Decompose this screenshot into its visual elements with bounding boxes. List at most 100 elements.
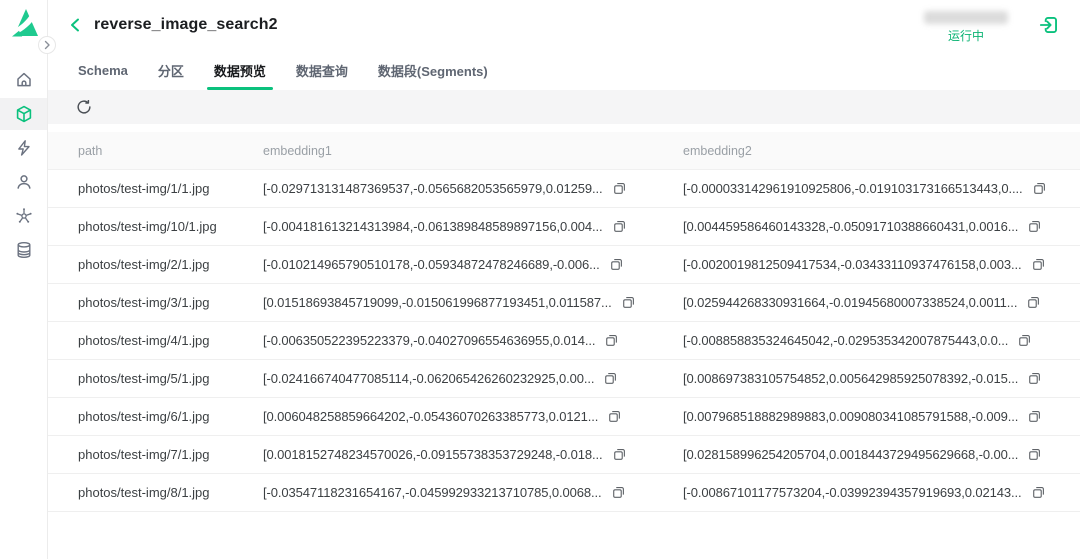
sidebar-item-users[interactable] — [0, 166, 47, 198]
tab-label: 数据段(Segments) — [377, 63, 488, 79]
embedding2-value: [0.004459586460143328,-0.050917103886604… — [683, 219, 1019, 234]
sidebar-item-actions[interactable] — [0, 132, 47, 164]
copy-embedding2-button[interactable] — [1027, 447, 1042, 462]
cell-embedding2: [0.007968518882989883,0.0090803410857915… — [683, 409, 1080, 424]
refresh-button[interactable] — [75, 98, 93, 116]
copy-embedding1-button[interactable] — [607, 409, 622, 424]
sidebar-item-home[interactable] — [0, 64, 47, 96]
import-data-button[interactable] — [1038, 14, 1060, 36]
table-row: photos/test-img/1/1.jpg [-0.029713131487… — [48, 170, 1080, 208]
cell-embedding2: [0.008697383105754852,0.0056429859250783… — [683, 371, 1080, 386]
copy-embedding1-button[interactable] — [612, 181, 627, 196]
copy-icon — [1029, 410, 1041, 422]
table-row: photos/test-img/5/1.jpg [-0.024166740477… — [48, 360, 1080, 398]
copy-icon — [610, 258, 622, 270]
embedding2-value: [-0.00867101177573204,-0.039923943579196… — [683, 485, 1022, 500]
table-body: photos/test-img/1/1.jpg [-0.029713131487… — [48, 170, 1080, 512]
copy-icon — [609, 410, 621, 422]
embedding2-value: [0.025944268330931664,-0.019456800073385… — [683, 295, 1018, 310]
cell-embedding2: [-0.008858835324645042,-0.02953534200787… — [683, 333, 1080, 348]
tab[interactable]: 数据段(Segments) — [370, 50, 496, 90]
column-header: embedding1 — [263, 143, 332, 158]
copy-icon — [1032, 258, 1044, 270]
page-title: reverse_image_search2 — [94, 16, 278, 33]
back-button[interactable] — [66, 15, 86, 35]
copy-embedding1-button[interactable] — [612, 447, 627, 462]
cell-embedding2: [-0.000033142961910925806,-0.01910317316… — [683, 181, 1080, 196]
tab-label: 数据查询 — [295, 63, 348, 79]
data-table: path embedding1 embedding2 photos/test-img… — [48, 132, 1080, 512]
copy-embedding1-button[interactable] — [604, 333, 619, 348]
sidebar-item-database[interactable] — [0, 234, 47, 266]
copy-embedding1-button[interactable] — [603, 371, 618, 386]
tab-label: 数据预览 — [213, 63, 266, 79]
tab[interactable]: 数据查询 — [288, 50, 356, 90]
status-badge: 运行中 — [947, 28, 984, 43]
embedding1-value: [-0.006350522395223379,-0.04027096554636… — [263, 333, 596, 348]
embedding1-value: [0.0018152748234570026,-0.09155738353729… — [263, 447, 603, 462]
status-stack: 运行中 — [924, 10, 1008, 44]
cube-icon — [16, 105, 31, 123]
embedding2-value: [-0.0020019812509417534,-0.0343311093747… — [683, 257, 1022, 272]
cell-path: photos/test-img/4/1.jpg — [78, 333, 210, 348]
embedding1-value: [-0.010214965790510178,-0.05934872478246… — [263, 257, 600, 272]
cell-path: photos/test-img/8/1.jpg — [78, 485, 210, 500]
copy-icon — [1029, 448, 1041, 460]
cell-embedding1: [0.01518693845719099,-0.0150619968771934… — [263, 295, 683, 310]
copy-icon — [1019, 334, 1031, 346]
home-icon — [16, 72, 31, 87]
table-row: photos/test-img/4/1.jpg [-0.006350522395… — [48, 322, 1080, 360]
zilliz-logo — [9, 9, 38, 37]
column-header: embedding2 — [683, 143, 752, 158]
cell-embedding1: [-0.004181613214313984,-0.06138984858989… — [263, 219, 683, 234]
embedding2-value: [0.008697383105754852,0.0056429859250783… — [683, 371, 1019, 386]
copy-embedding2-button[interactable] — [1026, 295, 1041, 310]
cell-embedding1: [-0.006350522395223379,-0.04027096554636… — [263, 333, 683, 348]
copy-icon — [606, 334, 618, 346]
cell-embedding1: [-0.024166740477085114,-0.06206542626023… — [263, 371, 683, 386]
copy-embedding1-button[interactable] — [611, 485, 626, 500]
chevron-right-icon — [44, 40, 50, 50]
copy-embedding1-button[interactable] — [609, 257, 624, 272]
table-row: photos/test-img/8/1.jpg [-0.035471182316… — [48, 474, 1080, 512]
embedding1-value: [0.01518693845719099,-0.0150619968771934… — [263, 295, 612, 310]
table-row: photos/test-img/7/1.jpg [0.0018152748234… — [48, 436, 1080, 474]
embedding2-value: [0.007968518882989883,0.0090803410857915… — [683, 409, 1019, 424]
embedding2-value: [-0.000033142961910925806,-0.01910317316… — [683, 181, 1023, 196]
cell-path: photos/test-img/3/1.jpg — [78, 295, 210, 310]
embedding1-value: [-0.024166740477085114,-0.06206542626023… — [263, 371, 595, 386]
copy-embedding1-button[interactable] — [621, 295, 636, 310]
cell-embedding2: [-0.0020019812509417534,-0.0343311093747… — [683, 257, 1080, 272]
cell-embedding1: [0.006048258859664202,-0.054360702633857… — [263, 409, 683, 424]
sidebar-item-integrations[interactable] — [0, 200, 47, 232]
copy-embedding2-button[interactable] — [1031, 257, 1046, 272]
copy-icon — [605, 372, 617, 384]
tab[interactable]: 数据预览 — [206, 50, 274, 90]
table-row: photos/test-img/3/1.jpg [0.0151869384571… — [48, 284, 1080, 322]
copy-embedding2-button[interactable] — [1031, 485, 1046, 500]
copy-embedding2-button[interactable] — [1027, 219, 1042, 234]
cell-embedding1: [-0.03547118231654167,-0.045992933213710… — [263, 485, 683, 500]
column-header: path — [78, 143, 103, 158]
embedding1-value: [-0.004181613214313984,-0.06138984858989… — [263, 219, 603, 234]
sidebar-item-collections[interactable] — [0, 98, 47, 130]
tab-bar: Schema 分区 数据预览 数据查询 数据段(Segments) — [48, 50, 1080, 90]
tab-label: Schema — [78, 62, 128, 78]
copy-embedding2-button[interactable] — [1027, 409, 1042, 424]
embedding2-value: [0.028158996254205704,0.0018443729495629… — [683, 447, 1019, 462]
table-row: photos/test-img/10/1.jpg [-0.00418161321… — [48, 208, 1080, 246]
copy-embedding2-button[interactable] — [1027, 371, 1042, 386]
cell-embedding2: [0.025944268330931664,-0.019456800073385… — [683, 295, 1080, 310]
copy-embedding2-button[interactable] — [1017, 333, 1032, 348]
copy-icon — [612, 486, 624, 498]
copy-embedding1-button[interactable] — [612, 219, 627, 234]
copy-icon — [613, 220, 625, 232]
sidebar-expand-button[interactable] — [38, 36, 56, 54]
cell-path: photos/test-img/6/1.jpg — [78, 409, 210, 424]
copy-embedding2-button[interactable] — [1032, 181, 1047, 196]
copy-icon — [613, 182, 625, 194]
cell-embedding1: [-0.010214965790510178,-0.05934872478246… — [263, 257, 683, 272]
tab[interactable]: Schema — [70, 50, 136, 90]
tab[interactable]: 分区 — [150, 50, 192, 90]
cell-embedding2: [0.028158996254205704,0.0018443729495629… — [683, 447, 1080, 462]
